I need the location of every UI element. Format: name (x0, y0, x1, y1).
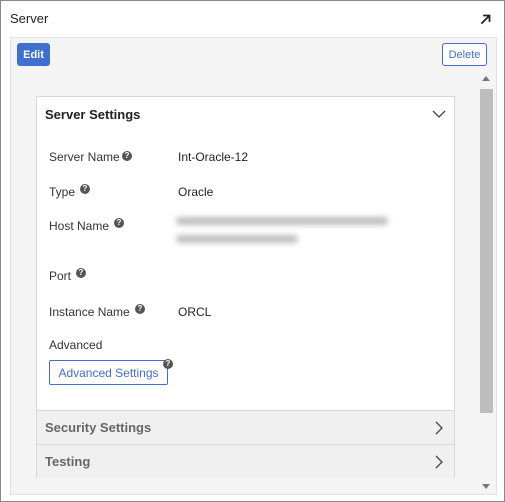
scroll-thumb[interactable] (480, 89, 493, 413)
help-icon[interactable]: ? (163, 359, 173, 369)
server-name-value: Int-Oracle-12 (178, 150, 249, 164)
toolbar: Edit Delete (10, 37, 497, 71)
testing-header[interactable]: Testing (37, 444, 454, 478)
delete-button[interactable]: Delete (442, 43, 487, 66)
testing-title: Testing (45, 454, 91, 469)
expand-arrow-icon[interactable] (479, 12, 493, 26)
chevron-right-icon (435, 421, 443, 435)
scroll-up-arrow-icon[interactable] (482, 76, 490, 81)
server-name-label: Server Name (49, 150, 120, 164)
advanced-settings-button[interactable]: Advanced Settings (49, 360, 168, 385)
server-window: Server Edit Delete Server Settings Secur… (0, 0, 505, 502)
window-title-bar: Server (1, 1, 504, 36)
window-title: Server (10, 11, 49, 26)
type-label: Type (49, 185, 76, 199)
scroll-down-arrow-icon[interactable] (482, 484, 490, 489)
host-name-value-redacted (176, 213, 391, 249)
server-settings-header[interactable]: Server Settings (37, 97, 454, 131)
chevron-right-icon (435, 455, 443, 469)
instance-name-label: Instance Name (49, 305, 130, 319)
port-label: Port (49, 269, 72, 283)
help-icon[interactable]: ? (135, 304, 145, 314)
help-icon[interactable]: ? (76, 268, 86, 278)
host-name-label: Host Name (49, 219, 110, 233)
server-settings-title: Server Settings (45, 107, 141, 122)
type-value: Oracle (178, 185, 214, 199)
edit-button[interactable]: Edit (17, 43, 50, 66)
help-icon[interactable]: ? (80, 184, 90, 194)
chevron-down-icon (432, 110, 446, 118)
help-icon[interactable]: ? (122, 151, 132, 161)
security-settings-header[interactable]: Security Settings (37, 410, 454, 444)
vertical-scrollbar[interactable] (478, 73, 495, 494)
advanced-label: Advanced (49, 338, 103, 352)
help-icon[interactable]: ? (114, 218, 124, 228)
security-settings-title: Security Settings (45, 420, 152, 435)
instance-name-value: ORCL (178, 305, 212, 319)
